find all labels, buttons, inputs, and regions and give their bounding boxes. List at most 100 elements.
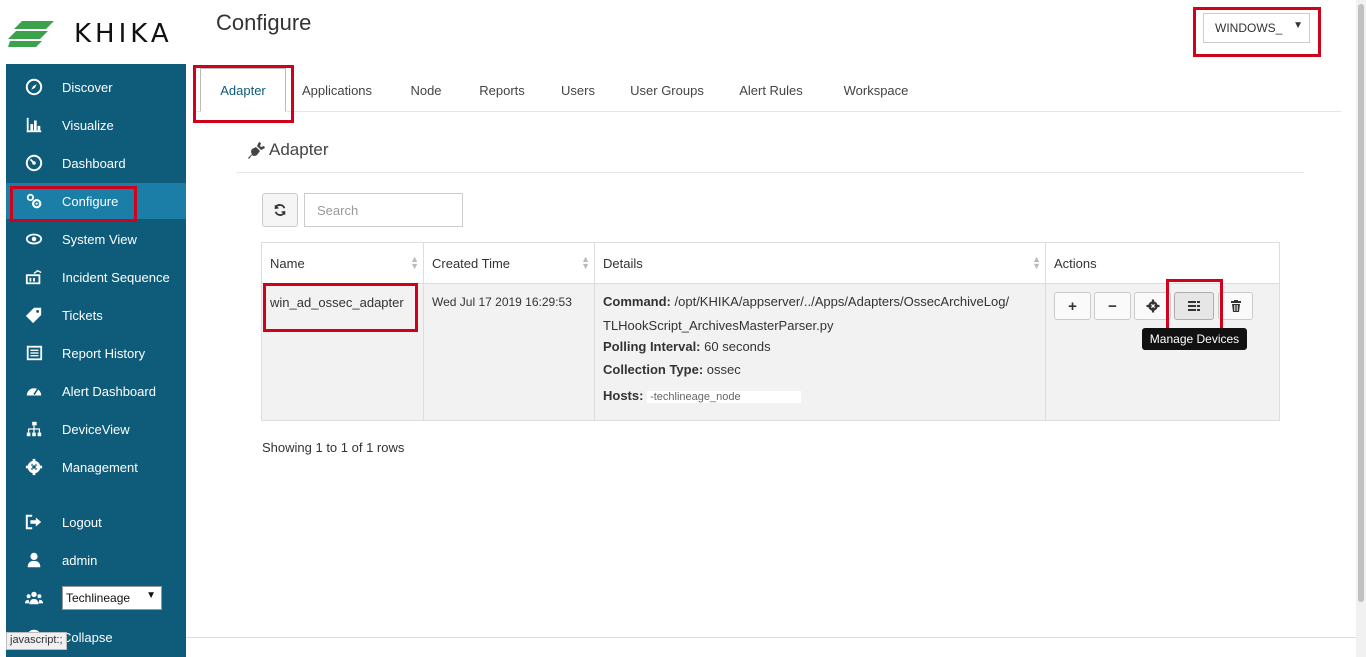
detail-value: /opt/KHIKA/appserver/../Apps/Adapters/Os…: [674, 294, 1010, 309]
config-tabs: Adapter Applications Node Reports Users …: [196, 68, 1341, 112]
plug-icon: [248, 142, 265, 159]
column-header-label: Actions: [1054, 255, 1097, 271]
page-title: Configure: [216, 10, 312, 35]
sidebar-item-label: Visualize: [62, 117, 114, 133]
tab-user-groups[interactable]: User Groups: [624, 68, 710, 112]
sidebar-item-tickets[interactable]: Tickets: [6, 297, 186, 333]
detail-value: 60 seconds: [704, 339, 771, 354]
add-button[interactable]: +: [1054, 292, 1091, 320]
khika-logo[interactable]: KHIKA: [8, 14, 186, 54]
page-scrollbar[interactable]: [1356, 0, 1366, 657]
sign-out-icon: [24, 512, 44, 532]
footer-divider: [186, 637, 1356, 638]
sidebar-item-deviceview[interactable]: DeviceView: [6, 411, 186, 447]
column-header-created-time[interactable]: Created Time ▲ ▼: [424, 243, 595, 284]
sort-icon: ▲ ▼: [581, 254, 590, 271]
search-input[interactable]: [304, 193, 463, 227]
sort-icon: ▲ ▼: [410, 254, 419, 271]
gear-icon: [1146, 299, 1159, 313]
highlight-environment-select: [1193, 7, 1321, 57]
sidebar-item-label: System View: [62, 231, 137, 247]
scrollbar-thumb[interactable]: [1358, 4, 1364, 602]
detail-polling: Polling Interval: 60 seconds: [603, 338, 1037, 356]
section-header: Adapter: [236, 140, 1304, 173]
refresh-button[interactable]: [262, 193, 298, 227]
tab-node[interactable]: Node: [402, 68, 450, 112]
sidebar-item-label: Tickets: [62, 307, 103, 323]
tab-reports[interactable]: Reports: [472, 68, 532, 112]
detail-label: Hosts:: [603, 388, 644, 403]
sidebar-item-label: Dashboard: [62, 155, 126, 171]
column-header-label: Details: [603, 255, 643, 271]
gauge-icon: [24, 381, 44, 401]
highlight-adapter-name: [263, 283, 418, 332]
cell-details: Command: /opt/KHIKA/appserver/../Apps/Ad…: [595, 284, 1046, 420]
cell-created-time: Wed Jul 17 2019 16:29:53: [424, 284, 595, 420]
section-title: Adapter: [269, 140, 329, 159]
bar-chart-icon: [24, 115, 44, 135]
list-icon: [24, 343, 44, 363]
dashboard-icon: [24, 153, 44, 173]
trash-icon: [1230, 300, 1241, 312]
sidebar-item-label: Collapse: [62, 629, 113, 645]
sidebar-item-alert-dashboard[interactable]: Alert Dashboard: [6, 373, 186, 409]
sidebar-item-dashboard[interactable]: Dashboard: [6, 145, 186, 181]
pagination-info: Showing 1 to 1 of 1 rows: [262, 440, 405, 455]
delete-button[interactable]: [1218, 292, 1253, 320]
refresh-icon: [274, 204, 286, 216]
column-header-label: Created Time: [432, 255, 511, 271]
detail-label: Polling Interval:: [603, 339, 701, 354]
sidebar-item-label: DeviceView: [62, 421, 130, 437]
column-header-name[interactable]: Name ▲ ▼: [262, 243, 424, 284]
sidebar-item-management[interactable]: Management: [6, 449, 186, 485]
sequence-icon: [24, 267, 44, 287]
detail-label: Collection Type:: [603, 362, 704, 377]
sidebar-item-label: Report History: [62, 345, 146, 361]
tab-applications[interactable]: Applications: [292, 68, 382, 112]
sidebar-item-report-history[interactable]: Report History: [6, 335, 186, 371]
detail-value: ossec: [706, 362, 741, 377]
detail-label: Command:: [603, 294, 671, 309]
browser-status-tooltip: javascript:;: [6, 632, 67, 650]
sidebar-item-system-view[interactable]: System View: [6, 221, 186, 257]
compass-icon: [24, 77, 44, 97]
gear-icon: [24, 457, 44, 477]
logo-text: KHIKA: [74, 19, 173, 49]
sitemap-icon: [24, 419, 44, 439]
detail-value: -techlineage_node: [647, 391, 801, 403]
tab-users[interactable]: Users: [556, 68, 600, 112]
detail-collection: Collection Type: ossec: [603, 356, 1037, 384]
detail-hosts: Hosts: -techlineage_node: [603, 384, 1037, 409]
highlight-adapter-tab: [193, 65, 294, 123]
sidebar-item-label: Management: [62, 459, 138, 475]
user-icon: [24, 550, 44, 570]
sidebar-item-incident-sequence[interactable]: Incident Sequence: [6, 259, 186, 295]
column-header-details[interactable]: Details ▲ ▼: [595, 243, 1046, 284]
sidebar-item-label: Alert Dashboard: [62, 383, 156, 399]
logo-stripes-icon: [8, 21, 54, 47]
organization-select[interactable]: Techlineage ▼: [62, 586, 162, 610]
app-root: KHIKA Configure WINDOWS_ ▼ Discover Visu…: [0, 0, 1366, 657]
users-group-icon: [24, 588, 44, 608]
sidebar-item-logout[interactable]: Logout: [6, 504, 186, 540]
sidebar-item-label: Logout: [62, 514, 102, 530]
chevron-down-icon: ▼: [146, 590, 156, 601]
column-header-label: Name: [270, 255, 305, 271]
tab-workspace[interactable]: Workspace: [836, 68, 916, 112]
column-header-actions: Actions: [1046, 243, 1279, 284]
eye-icon: [24, 229, 44, 249]
detail-command-cont: TLHookScript_ArchivesMasterParser.py: [603, 318, 834, 333]
detail-command: Command: /opt/KHIKA/appserver/../Apps/Ad…: [603, 290, 1037, 314]
sort-icon: ▲ ▼: [1032, 254, 1041, 271]
tag-icon: [24, 305, 44, 325]
sidebar-item-label: Incident Sequence: [62, 269, 170, 285]
tab-alert-rules[interactable]: Alert Rules: [732, 68, 810, 112]
remove-button[interactable]: −: [1094, 292, 1131, 320]
sidebar-item-discover[interactable]: Discover: [6, 69, 186, 105]
sidebar-item-visualize[interactable]: Visualize: [6, 107, 186, 143]
manage-devices-tooltip: Manage Devices: [1142, 328, 1247, 350]
sidebar-item-admin[interactable]: admin: [6, 542, 186, 578]
highlight-configure: [10, 186, 137, 222]
sidebar-item-label: Discover: [62, 79, 113, 95]
sidebar: Discover Visualize Dashboard Configure S…: [6, 64, 186, 657]
